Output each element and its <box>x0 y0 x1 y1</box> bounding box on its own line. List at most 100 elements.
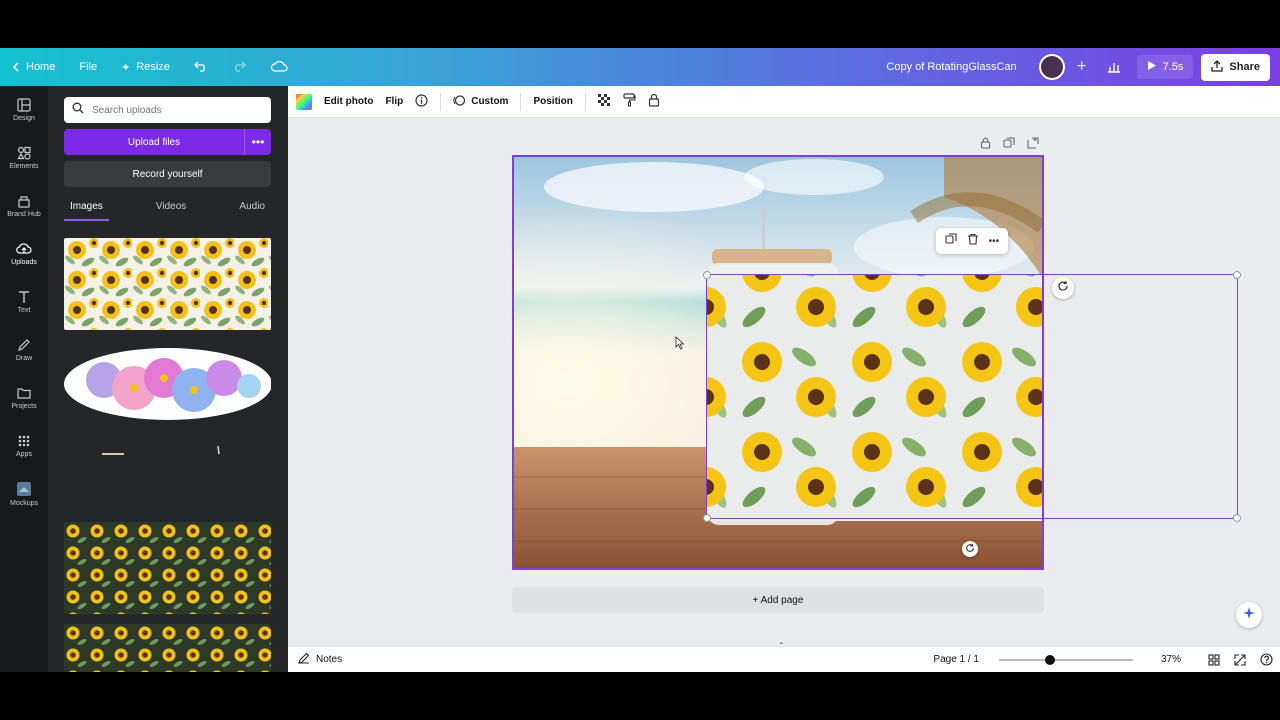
grid-view-icon[interactable] <box>1208 653 1220 666</box>
selected-element-frame[interactable] <box>703 271 1241 522</box>
add-collaborator-icon[interactable]: + <box>1073 58 1091 76</box>
document-title[interactable]: Copy of RotatingGlassCan <box>886 61 1016 73</box>
chevron-left-icon <box>12 62 20 72</box>
rail-item-elements[interactable]: Elements <box>0 134 48 182</box>
resize-handle-nw[interactable] <box>703 271 711 279</box>
edit-photo-label: Edit photo <box>324 96 374 107</box>
position-button[interactable]: Position <box>527 96 578 107</box>
page-lock-icon[interactable] <box>980 136 991 154</box>
rail-item-draw[interactable]: Draw <box>0 326 48 374</box>
vertical-scrollbar[interactable] <box>1272 122 1276 622</box>
notes-icon <box>298 652 310 667</box>
resize-handle-se[interactable] <box>1233 514 1241 522</box>
record-yourself-button[interactable]: Record yourself <box>64 161 271 187</box>
toolbar-divider <box>440 92 442 111</box>
mockups-icon <box>16 481 32 497</box>
redo-button[interactable] <box>220 48 258 86</box>
avatar[interactable] <box>1038 54 1065 80</box>
lock-button[interactable] <box>642 93 666 110</box>
custom-label: Custom <box>471 96 509 107</box>
rail-label-text: Text <box>17 307 31 314</box>
zoom-slider-knob[interactable] <box>1044 654 1055 665</box>
edit-photo-button[interactable]: Edit photo <box>318 96 379 107</box>
rail-item-uploads[interactable]: Uploads <box>0 230 48 278</box>
present-button[interactable]: 7.5s <box>1136 55 1194 79</box>
mouse-cursor-icon <box>675 336 685 355</box>
insights-icon[interactable] <box>1107 61 1121 73</box>
rail-item-projects[interactable]: Projects <box>0 374 48 422</box>
resize-handle-ne[interactable] <box>1233 271 1241 279</box>
rail-label-draw: Draw <box>15 355 33 362</box>
rotate-icon <box>1057 279 1069 297</box>
zoom-percentage[interactable]: 37% <box>1151 654 1191 665</box>
magic-assistant-button[interactable] <box>1236 602 1262 628</box>
fullscreen-icon[interactable] <box>1234 653 1246 666</box>
zoom-slider[interactable] <box>999 654 1133 665</box>
search-input[interactable] <box>92 104 262 116</box>
tab-images[interactable]: Images <box>64 197 109 221</box>
file-menu-button[interactable]: File <box>67 48 109 86</box>
duplicate-icon[interactable] <box>945 232 957 250</box>
rail-label-brand-hub: Brand Hub <box>7 211 41 218</box>
lock-icon <box>648 93 660 110</box>
upload-thumbnail-sunflowers-2[interactable] <box>64 624 271 672</box>
share-icon <box>1211 59 1224 75</box>
upload-more-button[interactable]: ••• <box>244 129 271 155</box>
color-picker-swatch[interactable] <box>296 93 312 110</box>
tab-videos[interactable]: Videos <box>150 197 192 221</box>
rail-item-mockups[interactable]: Mockups <box>0 470 48 518</box>
home-button[interactable]: Home <box>0 48 67 86</box>
search-box[interactable] <box>64 97 271 123</box>
transparency-icon <box>597 93 611 110</box>
paint-format-button[interactable] <box>617 93 642 110</box>
rail-label-mockups: Mockups <box>9 500 38 507</box>
info-button[interactable] <box>409 93 434 110</box>
animate-icon <box>453 94 466 110</box>
tab-audio[interactable]: Audio <box>233 197 271 221</box>
rail-item-text[interactable]: Text <box>0 278 48 326</box>
resize-button[interactable]: ✦ Resize <box>109 48 182 86</box>
add-page-icon[interactable] <box>1027 136 1039 154</box>
upload-thumbnail-dark[interactable] <box>64 438 271 518</box>
chevron-up-icon[interactable]: ⌃ <box>778 641 785 650</box>
upload-files-button[interactable]: Upload files <box>64 129 244 155</box>
trash-icon[interactable] <box>967 232 979 250</box>
notes-button[interactable]: Notes <box>298 652 342 667</box>
rail-label-design: Design <box>13 115 35 122</box>
layout-icon <box>17 98 31 112</box>
element-float-menu: ••• <box>936 228 1008 254</box>
share-button[interactable]: Share <box>1201 53 1270 81</box>
rotate-handle[interactable] <box>1052 277 1074 299</box>
text-icon <box>17 290 31 304</box>
pen-icon <box>17 338 31 352</box>
crown-icon: ✦ <box>121 61 131 74</box>
rail-item-brand-hub[interactable]: Brand Hub <box>0 182 48 230</box>
refresh-icon <box>965 540 975 558</box>
left-rail: Design Elements Brand Hub Uploads Text D… <box>0 86 48 672</box>
transparency-button[interactable] <box>592 93 617 110</box>
media-tabs: Images Videos Audio <box>64 197 271 221</box>
cloud-save-button[interactable] <box>258 48 300 86</box>
home-label: Home <box>26 61 56 73</box>
rail-item-apps[interactable]: Apps <box>0 422 48 470</box>
undo-button[interactable] <box>182 48 220 86</box>
help-icon[interactable] <box>1260 653 1273 666</box>
upload-thumbnail-sunflowers-dark[interactable] <box>64 522 271 614</box>
toolbar-divider <box>584 92 586 111</box>
custom-animation-button[interactable]: Custom <box>447 94 514 110</box>
flip-label: Flip <box>385 96 404 107</box>
more-options-icon[interactable]: ••• <box>989 236 1000 247</box>
page-indicator[interactable]: Page 1 / 1 <box>933 654 979 665</box>
add-page-button[interactable]: + Add page <box>512 587 1044 613</box>
sparkle-icon <box>1242 606 1256 625</box>
position-label: Position <box>533 96 573 107</box>
flip-button[interactable]: Flip <box>379 96 409 107</box>
resize-handle-sw[interactable] <box>703 514 711 522</box>
rail-item-design[interactable]: Design <box>0 86 48 134</box>
search-icon <box>72 101 84 119</box>
duplicate-page-icon[interactable] <box>1003 136 1015 154</box>
play-icon <box>1147 60 1157 74</box>
page-rotate-handle[interactable] <box>962 541 978 557</box>
upload-thumbnail-sunflowers[interactable] <box>64 238 271 330</box>
upload-thumbnail-flowers[interactable] <box>64 338 271 430</box>
